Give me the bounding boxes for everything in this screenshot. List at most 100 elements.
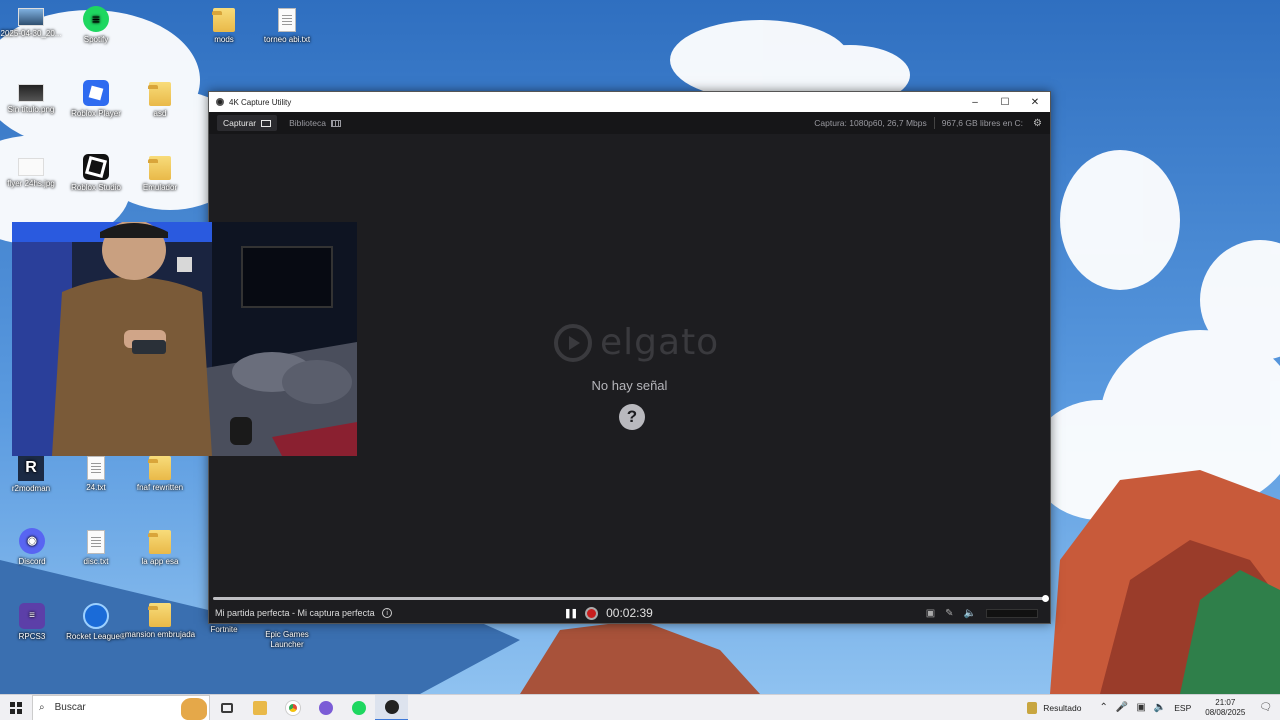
minimize-button[interactable]: –: [960, 92, 990, 112]
desktop-icon-screenshot-file[interactable]: 2025-04-30_20...: [0, 8, 67, 39]
record-button[interactable]: [585, 606, 599, 620]
discord-icon: ◉: [19, 528, 45, 554]
screenshot-icon[interactable]: ▣: [926, 608, 935, 619]
microphone-icon[interactable]: 🎤: [1116, 702, 1128, 713]
desktop-icon-label: mansion embrujada: [124, 630, 196, 639]
weather-widget[interactable]: Resultado: [1027, 701, 1081, 714]
spotify-icon: ≡: [83, 6, 109, 32]
window-titlebar[interactable]: 4K Capture Utility – ☐ ✕: [209, 92, 1050, 112]
chrome-icon: [285, 700, 300, 715]
desktop-icon-epic-games[interactable]: Epic Games Launcher: [251, 630, 323, 650]
elgato-logo-icon: [554, 323, 592, 362]
system-tray: Resultado ⌃ 🎤 ▣ 🔈 ESP 21:07 08/08/2025 🗨: [1027, 698, 1280, 718]
info-icon[interactable]: i: [382, 608, 393, 619]
app-icon: [216, 98, 224, 106]
mic-muted-icon[interactable]: ✎: [945, 608, 953, 619]
library-grid-icon: [330, 119, 341, 127]
transport-controls: ❚❚ 00:02:39: [564, 603, 653, 623]
search-icon: ⌕: [39, 702, 45, 713]
desktop-icon-discord[interactable]: ◉ Discord: [0, 528, 68, 567]
taskbar-task-view[interactable]: [210, 695, 243, 720]
weather-icon: [1027, 701, 1038, 714]
close-button[interactable]: ✕: [1020, 92, 1050, 112]
maximize-button[interactable]: ☐: [990, 92, 1020, 112]
file-explorer-icon: [252, 700, 267, 715]
roblox-studio-icon: [83, 154, 109, 180]
playback-controls: Mi partida perfecta - Mi captura perfect…: [209, 603, 1050, 623]
start-button[interactable]: [0, 695, 32, 720]
desktop-icon-label: r2modman: [11, 484, 51, 493]
desktop-icon-rpcs3[interactable]: ≡ RPCS3: [0, 603, 68, 642]
desktop-icon-mods[interactable]: mods: [188, 8, 260, 45]
desktop-icon-label: mods: [214, 35, 234, 44]
desktop-icon-fortnite[interactable]: Fortnite: [188, 625, 260, 635]
taskbar-file-explorer[interactable]: [243, 695, 276, 720]
search-highlight-icon: [181, 697, 207, 720]
desktop-icon-rocket-league[interactable]: Rocket League®: [60, 603, 132, 642]
tab-capturar[interactable]: Capturar: [217, 115, 278, 131]
desktop-icon-label: Epic Games Launcher: [265, 630, 309, 649]
desktop-icon-la-app-esa[interactable]: la app esa: [124, 530, 196, 567]
desktop-icon-24-txt[interactable]: 24.txt: [60, 456, 132, 493]
app-toolbar: Capturar Biblioteca Captura: 1080p60, 26…: [209, 112, 1050, 134]
taskbar-search[interactable]: ⌕ Buscar: [32, 694, 210, 720]
roblox-icon: [83, 80, 109, 106]
timeline-scrubber[interactable]: [213, 595, 1049, 602]
webcam-overlay: [12, 222, 357, 456]
folder-icon: [148, 156, 171, 180]
desktop-icon-label: Spotify: [83, 35, 109, 44]
taskbar-4k-capture[interactable]: [375, 694, 408, 720]
desktop-icon-asd[interactable]: asd: [124, 82, 196, 119]
taskbar-discord[interactable]: [309, 695, 342, 720]
image-file-icon: [18, 8, 44, 26]
camera-icon[interactable]: ▣: [1136, 702, 1145, 713]
image-file-icon: [18, 84, 44, 102]
speaker-icon[interactable]: 🔈: [964, 608, 976, 619]
folder-icon: [148, 456, 171, 480]
windows-logo-icon: [10, 701, 22, 714]
pause-button[interactable]: ❚❚: [564, 608, 578, 619]
desktop-icon-disc-txt[interactable]: disc.txt: [60, 530, 132, 567]
desktop-icon-mansion[interactable]: mansion embrujada: [124, 603, 196, 640]
volume-icon[interactable]: 🔈: [1154, 702, 1166, 713]
tab-label: Capturar: [223, 118, 257, 128]
help-icon[interactable]: ?: [619, 404, 645, 430]
desktop-icon-emulador[interactable]: Emulador: [124, 156, 196, 193]
audio-controls: ▣ ✎ 🔈: [926, 603, 1038, 623]
desktop-icon-flyer[interactable]: flyer 24hs.jpg: [0, 158, 67, 189]
window-title: 4K Capture Utility: [229, 97, 292, 107]
folder-icon: [148, 530, 171, 554]
notifications-icon[interactable]: 🗨: [1259, 702, 1272, 713]
desktop-icon-roblox-studio[interactable]: Roblox Studio: [60, 154, 132, 193]
desktop-icon-sin-titulo[interactable]: Sin título.png: [0, 84, 67, 115]
4k-capture-icon: [384, 699, 399, 714]
language-indicator[interactable]: ESP: [1174, 703, 1191, 713]
desktop-icon-label: Fortnite: [210, 625, 238, 634]
storage-info: 967,6 GB libres en C:: [941, 118, 1024, 128]
taskbar-spotify[interactable]: [342, 695, 375, 720]
desktop-icon-r2modman[interactable]: R r2modman: [0, 455, 67, 494]
elgato-logo-text: elgato: [600, 322, 720, 363]
desktop-icon-label: Roblox Player: [71, 109, 121, 118]
desktop-icon-spotify[interactable]: ≡ Spotify: [60, 6, 132, 45]
volume-meter[interactable]: [986, 608, 1038, 618]
desktop-icon-torneo-txt[interactable]: torneo abi.txt: [251, 8, 323, 45]
chevron-up-icon[interactable]: ⌃: [1099, 702, 1107, 713]
desktop-icon-label: la app esa: [141, 557, 179, 566]
elgato-logo: elgato: [554, 322, 719, 363]
clock[interactable]: 21:07 08/08/2025: [1205, 698, 1245, 718]
folder-icon: [148, 82, 171, 106]
gear-icon[interactable]: ⚙: [1033, 118, 1042, 129]
taskbar-chrome[interactable]: [276, 695, 309, 720]
r2modman-icon: R: [18, 455, 44, 481]
desktop-icon-roblox-player[interactable]: Roblox Player: [60, 80, 132, 119]
spotify-icon: [351, 700, 366, 715]
desktop-icon-label: fnaf rewritten: [136, 483, 184, 492]
folder-icon: [212, 8, 235, 32]
desktop-icon-fnaf[interactable]: fnaf rewritten: [124, 456, 196, 493]
tab-biblioteca[interactable]: Biblioteca: [283, 115, 347, 131]
desktop-icon-label: 24.txt: [86, 483, 106, 492]
clip-title[interactable]: Mi partida perfecta - Mi captura perfect…: [215, 608, 375, 618]
scrubber-handle[interactable]: [1042, 595, 1049, 602]
folder-icon: [148, 603, 171, 627]
